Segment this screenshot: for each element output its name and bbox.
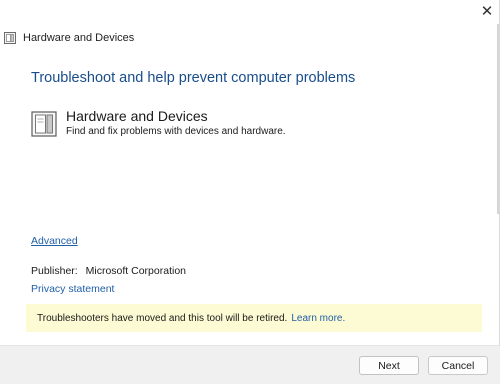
notice-text: Troubleshooters have moved and this tool… bbox=[37, 312, 288, 324]
close-icon: ✕ bbox=[480, 3, 494, 20]
troubleshooter-window: ✕ Hardware and Devices Troubleshoot and … bbox=[0, 0, 500, 384]
window-title: Hardware and Devices bbox=[23, 32, 135, 44]
cancel-button[interactable]: Cancel bbox=[428, 356, 488, 375]
close-button[interactable]: ✕ bbox=[474, 0, 500, 22]
window-edge bbox=[497, 24, 499, 214]
window-header: Hardware and Devices bbox=[4, 30, 134, 46]
publisher-label: Publisher: bbox=[31, 265, 78, 277]
troubleshooter-icon bbox=[31, 111, 57, 137]
publisher-info: Publisher: Microsoft Corporation bbox=[31, 265, 186, 277]
troubleshooter-icon bbox=[4, 32, 16, 44]
item-description: Find and fix problems with devices and h… bbox=[66, 126, 286, 137]
publisher-value: Microsoft Corporation bbox=[85, 265, 186, 277]
troubleshooter-item: Hardware and Devices Find and fix proble… bbox=[31, 108, 286, 139]
footer-bar: Next Cancel bbox=[0, 345, 500, 384]
title-bar: ✕ bbox=[0, 0, 500, 30]
retirement-notice: Troubleshooters have moved and this tool… bbox=[26, 304, 482, 332]
next-button[interactable]: Next bbox=[359, 356, 419, 375]
learn-more-link[interactable]: Learn more. bbox=[291, 313, 345, 324]
item-text: Hardware and Devices Find and fix proble… bbox=[66, 108, 286, 139]
privacy-statement-link[interactable]: Privacy statement bbox=[31, 283, 114, 295]
page-title: Troubleshoot and help prevent computer p… bbox=[31, 70, 356, 86]
advanced-link[interactable]: Advanced bbox=[31, 235, 78, 247]
item-title: Hardware and Devices bbox=[66, 108, 208, 124]
